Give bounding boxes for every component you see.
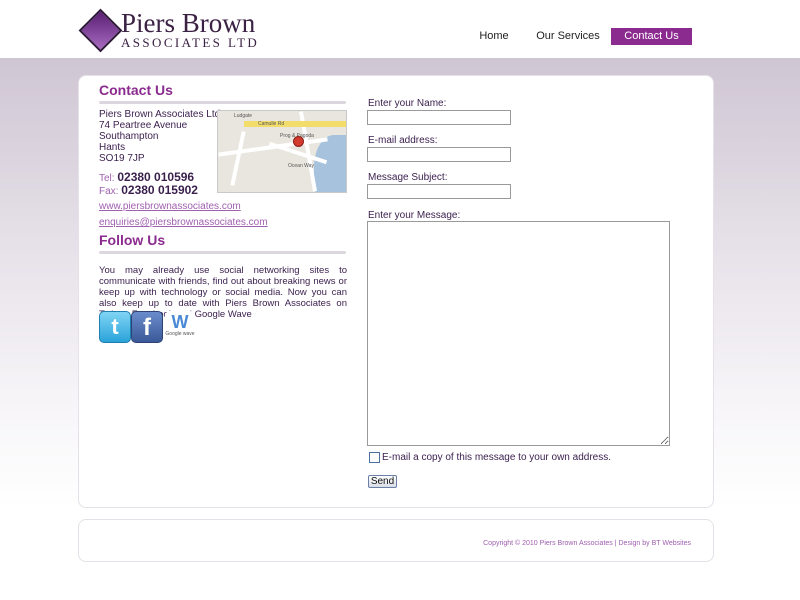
map-label: Camulle Rd	[258, 121, 285, 127]
wave-glyph: W	[171, 312, 189, 332]
google-wave-icon[interactable]: W Google wave	[165, 311, 195, 341]
location-map[interactable]: Camulle Rd Ocean Way Prog & Pagoda Ludga…	[217, 110, 347, 193]
contact-title: Contact Us	[99, 82, 173, 98]
logo-diamond-icon	[78, 8, 123, 53]
map-label: Ocean Way	[288, 163, 314, 169]
logo[interactable]: Piers Brown ASSOCIATES LTD	[78, 8, 257, 53]
fax-number: 02380 015902	[121, 183, 198, 197]
address-line: Piers Brown Associates Ltd	[99, 109, 221, 120]
email-copy-label[interactable]: E-mail a copy of this message to your ow…	[382, 452, 611, 463]
fax: Fax: 02380 015902	[99, 183, 198, 197]
wave-text: Google wave	[165, 331, 195, 337]
logo-subtitle: ASSOCIATES LTD	[121, 35, 260, 50]
address-block: Piers Brown Associates Ltd 74 Peartree A…	[99, 109, 220, 164]
name-label: Enter your Name:	[368, 98, 447, 109]
tel-number: 02380 010596	[117, 170, 195, 184]
facebook-glyph: f	[143, 314, 151, 341]
nav-home[interactable]: Home	[474, 28, 514, 45]
facebook-icon[interactable]: f	[131, 311, 163, 343]
site-header: Piers Brown ASSOCIATES LTD Home Our Serv…	[0, 0, 800, 58]
subject-field[interactable]	[367, 184, 511, 199]
message-label: Enter your Message:	[368, 210, 461, 221]
subject-label: Message Subject:	[368, 172, 448, 183]
twitter-icon[interactable]: t	[99, 311, 131, 343]
address-line: Hants	[99, 142, 126, 153]
website-link[interactable]: www.piersbrownassociates.com	[99, 201, 241, 212]
send-button[interactable]: Send	[368, 475, 397, 488]
fax-label: Fax:	[99, 186, 119, 197]
divider	[99, 251, 346, 254]
email-field[interactable]	[367, 147, 511, 162]
map-road	[230, 131, 246, 186]
map-label: Ludgate	[234, 113, 253, 119]
telephone: Tel: 02380 010596	[99, 170, 194, 184]
name-field[interactable]	[367, 110, 511, 125]
address-line: Southampton	[99, 131, 159, 142]
email-link[interactable]: enquiries@piersbrownassociates.com	[99, 217, 268, 228]
email-copy-checkbox[interactable]	[369, 452, 380, 463]
follow-title: Follow Us	[99, 232, 166, 248]
map-pin-icon	[293, 136, 304, 147]
divider	[99, 101, 346, 104]
twitter-glyph: t	[111, 314, 119, 339]
copyright-text: Copyright © 2010 Piers Brown Associates …	[483, 540, 691, 547]
map-water	[314, 135, 346, 192]
nav-contact-us[interactable]: Contact Us	[611, 28, 692, 45]
address-line: SO19 7JP	[99, 153, 145, 164]
message-field[interactable]	[367, 221, 670, 446]
email-label: E-mail address:	[368, 135, 438, 146]
nav-our-services[interactable]: Our Services	[536, 28, 600, 45]
address-line: 74 Peartree Avenue	[99, 120, 188, 131]
footer: Copyright © 2010 Piers Brown Associates …	[78, 519, 714, 562]
